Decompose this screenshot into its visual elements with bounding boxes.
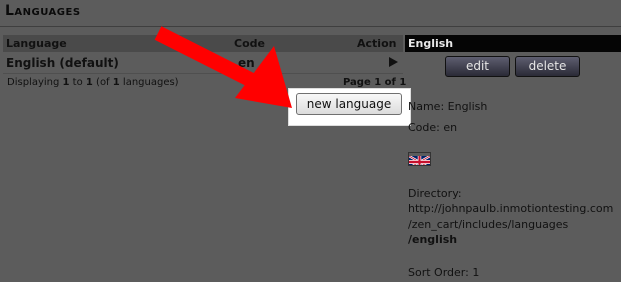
language-name-cell[interactable]: English (default) [6,56,119,70]
sort-order-info: Sort Order: 1 [408,266,480,279]
column-header-code: Code [234,37,265,50]
table-header: Language Code Action [3,35,403,52]
directory-path-line-2: /zen_cart/includes/languages [408,218,569,231]
page-title: Languages [5,3,81,19]
pagination-summary: Displaying 1 to 1 (of 1 languages) [7,77,179,88]
language-code-cell: en [238,56,255,70]
divider [3,73,403,74]
directory-label: Directory: [408,187,462,200]
page-indicator: Page 1 of 1 [343,77,407,88]
column-header-action: Action [357,37,397,50]
edit-button[interactable]: edit [445,56,510,77]
uk-flag-icon [408,152,431,166]
divider [0,26,621,27]
new-language-button[interactable]: new language [296,93,402,115]
table-row[interactable]: English (default) en [3,54,403,72]
delete-button[interactable]: delete [515,56,580,77]
language-name-info: Name: English [408,100,488,113]
row-selected-arrow-icon[interactable] [389,57,398,67]
details-panel-title: English [408,37,454,50]
directory-path-line-1: http://johnpaulb.inmotiontesting.com [408,202,614,215]
language-code-info: Code: en [408,121,458,134]
column-header-language: Language [6,37,67,50]
directory-path-line-3: /english [408,233,458,246]
